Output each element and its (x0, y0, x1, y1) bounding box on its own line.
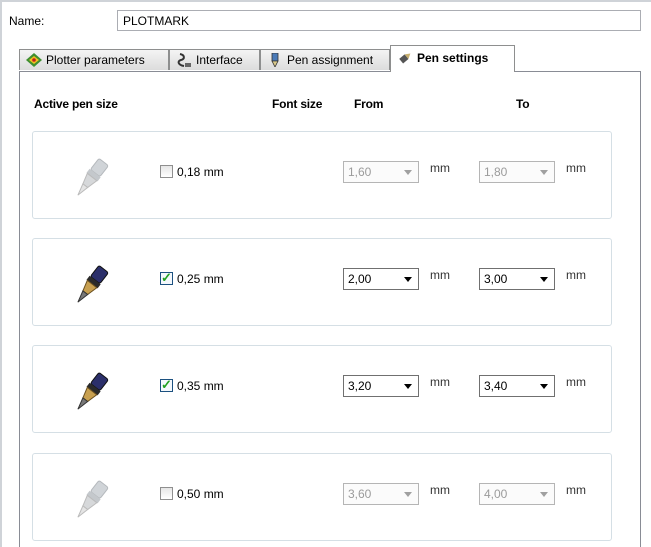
pen-active-checkbox[interactable] (160, 487, 173, 500)
chevron-down-icon (540, 492, 548, 497)
chevron-down-icon (404, 492, 412, 497)
pen-disabled-icon (65, 158, 117, 202)
window-top-border (0, 0, 651, 2)
select-value: 1,60 (348, 165, 372, 179)
chevron-down-icon (540, 170, 548, 175)
check-mark-icon: ✓ (161, 377, 172, 392)
font-size-from-select[interactable]: 2,00 (343, 268, 419, 290)
name-input[interactable] (117, 10, 641, 31)
tab-pen-settings[interactable]: Pen settings (390, 45, 515, 72)
pen-size-label: 0,50 mm (177, 487, 224, 501)
unit-label: mm (566, 375, 586, 389)
window-left-border (0, 0, 2, 547)
select-value: 3,60 (348, 487, 372, 501)
select-value: 1,80 (484, 165, 508, 179)
pen-active-checkbox[interactable] (160, 165, 173, 178)
pen-active-icon (65, 265, 117, 309)
pen-active-icon (65, 372, 117, 416)
pen-active-checkbox[interactable]: ✓ (160, 377, 173, 392)
chevron-down-icon (404, 384, 412, 389)
font-size-to-select[interactable]: 3,00 (479, 268, 555, 290)
unit-label: mm (566, 161, 586, 175)
font-size-to-select[interactable]: 1,80 (479, 161, 555, 183)
chevron-down-icon (540, 277, 548, 282)
pen-settings-icon (397, 51, 413, 65)
select-value: 4,00 (484, 487, 508, 501)
plotter-icon (26, 53, 42, 67)
pen-row: ✓ 0,35 mm 3,20 mm 3,40 mm (32, 345, 612, 433)
pen-row: 0,50 mm 3,60 mm 4,00 mm (32, 453, 612, 541)
font-size-from-select[interactable]: 3,60 (343, 483, 419, 505)
pen-active-checkbox[interactable]: ✓ (160, 270, 173, 285)
unit-label: mm (430, 375, 450, 389)
unit-label: mm (430, 268, 450, 282)
pen-row: 0,18 mm 1,60 mm 1,80 mm (32, 131, 612, 219)
font-size-to-select[interactable]: 3,40 (479, 375, 555, 397)
select-value: 3,40 (484, 379, 508, 393)
header-to: To (516, 97, 530, 111)
font-size-from-select[interactable]: 1,60 (343, 161, 419, 183)
chevron-down-icon (540, 384, 548, 389)
unit-label: mm (566, 268, 586, 282)
font-size-to-select[interactable]: 4,00 (479, 483, 555, 505)
name-label: Name: (9, 14, 45, 28)
check-mark-icon: ✓ (161, 270, 172, 285)
tab-label: Interface (196, 53, 243, 67)
chevron-down-icon (404, 170, 412, 175)
tab-pen-assignment[interactable]: Pen assignment (260, 49, 390, 70)
tab-label: Pen settings (417, 51, 489, 65)
header-from: From (354, 97, 384, 111)
pen-size-label: 0,18 mm (177, 165, 224, 179)
header-font-size: Font size (272, 97, 323, 111)
unit-label: mm (430, 161, 450, 175)
pen-disabled-icon (65, 480, 117, 524)
chevron-down-icon (404, 277, 412, 282)
unit-label: mm (430, 483, 450, 497)
pen-assignment-icon (267, 52, 283, 68)
tab-label: Pen assignment (287, 53, 374, 67)
select-value: 2,00 (348, 272, 372, 286)
select-value: 3,20 (348, 379, 372, 393)
pen-size-label: 0,25 mm (177, 272, 224, 286)
pen-size-label: 0,35 mm (177, 379, 224, 393)
header-active-pen-size: Active pen size (34, 97, 118, 111)
tab-interface[interactable]: Interface (169, 49, 260, 70)
interface-icon (176, 53, 192, 67)
tab-label: Plotter parameters (46, 53, 145, 67)
tab-plotter-parameters[interactable]: Plotter parameters (19, 49, 169, 70)
unit-label: mm (566, 483, 586, 497)
font-size-from-select[interactable]: 3,20 (343, 375, 419, 397)
select-value: 3,00 (484, 272, 508, 286)
pen-row: ✓ 0,25 mm 2,00 mm 3,00 mm (32, 238, 612, 326)
